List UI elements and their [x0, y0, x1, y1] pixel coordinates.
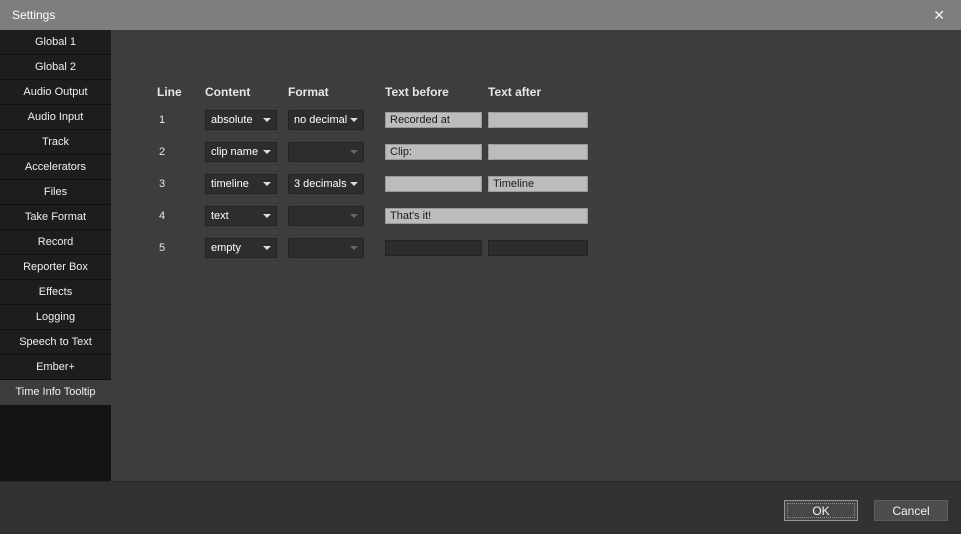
format-dropdown-row4 — [288, 206, 364, 226]
text-after-input-row5 — [488, 240, 588, 256]
dropdown-value: clip name — [211, 146, 260, 158]
format-dropdown-row3[interactable]: 3 decimals — [288, 174, 364, 194]
ok-button[interactable]: OK — [784, 500, 858, 521]
sidebar-item-global-2[interactable]: Global 2 — [0, 55, 111, 80]
content-dropdown-row5[interactable]: empty — [205, 238, 277, 258]
sidebar-item-track[interactable]: Track — [0, 130, 111, 155]
sidebar: Global 1 Global 2 Audio Output Audio Inp… — [0, 30, 111, 481]
chevron-down-icon — [263, 150, 271, 154]
window-title: Settings — [12, 8, 55, 22]
sidebar-item-record[interactable]: Record — [0, 230, 111, 255]
sidebar-item-accelerators[interactable]: Accelerators — [0, 155, 111, 180]
table-row: 3 timeline 3 decimals — [157, 174, 717, 194]
table-row: 4 text — [157, 206, 717, 226]
chevron-down-icon — [263, 214, 271, 218]
sidebar-item-files[interactable]: Files — [0, 180, 111, 205]
chevron-down-icon — [350, 182, 358, 186]
format-dropdown-row2 — [288, 142, 364, 162]
chevron-down-icon — [350, 118, 358, 122]
text-before-input-row2[interactable] — [385, 144, 482, 160]
sidebar-item-ember-plus[interactable]: Ember+ — [0, 355, 111, 380]
format-dropdown-row5 — [288, 238, 364, 258]
sidebar-item-audio-input[interactable]: Audio Input — [0, 105, 111, 130]
sidebar-item-audio-output[interactable]: Audio Output — [0, 80, 111, 105]
chevron-down-icon — [350, 214, 358, 218]
dropdown-value: text — [211, 210, 260, 222]
chevron-down-icon — [263, 118, 271, 122]
sidebar-item-reporter-box[interactable]: Reporter Box — [0, 255, 111, 280]
chevron-down-icon — [350, 246, 358, 250]
chevron-down-icon — [350, 150, 358, 154]
text-before-input-row5 — [385, 240, 482, 256]
sidebar-item-logging[interactable]: Logging — [0, 305, 111, 330]
line-number: 2 — [159, 146, 165, 158]
column-header-content: Content — [205, 86, 250, 98]
table-row: 5 empty — [157, 238, 717, 258]
footer-bar: OK Cancel — [0, 481, 961, 534]
text-input-row4[interactable] — [385, 208, 588, 224]
column-header-text-before: Text before — [385, 86, 449, 98]
line-number: 4 — [159, 210, 165, 222]
line-number: 5 — [159, 242, 165, 254]
titlebar: Settings ✕ — [0, 0, 961, 30]
table-row: 1 absolute no decimals — [157, 110, 717, 130]
close-icon[interactable]: ✕ — [929, 0, 949, 30]
sidebar-item-take-format[interactable]: Take Format — [0, 205, 111, 230]
sidebar-item-global-1[interactable]: Global 1 — [0, 30, 111, 55]
chevron-down-icon — [263, 246, 271, 250]
content-dropdown-row1[interactable]: absolute — [205, 110, 277, 130]
text-after-input-row1[interactable] — [488, 112, 588, 128]
cancel-button[interactable]: Cancel — [874, 500, 948, 521]
column-header-text-after: Text after — [488, 86, 541, 98]
text-after-input-row2[interactable] — [488, 144, 588, 160]
column-header-line: Line — [157, 86, 182, 98]
content-dropdown-row2[interactable]: clip name — [205, 142, 277, 162]
dropdown-value: timeline — [211, 178, 260, 190]
content-dropdown-row4[interactable]: text — [205, 206, 277, 226]
content-dropdown-row3[interactable]: timeline — [205, 174, 277, 194]
dropdown-value: no decimals — [294, 114, 347, 126]
format-dropdown-row1[interactable]: no decimals — [288, 110, 364, 130]
column-header-format: Format — [288, 86, 329, 98]
sidebar-item-speech-to-text[interactable]: Speech to Text — [0, 330, 111, 355]
text-before-input-row1[interactable] — [385, 112, 482, 128]
text-before-input-row3[interactable] — [385, 176, 482, 192]
text-after-input-row3[interactable] — [488, 176, 588, 192]
dropdown-value: empty — [211, 242, 260, 254]
table-row: 2 clip name — [157, 142, 717, 162]
dropdown-value: 3 decimals — [294, 178, 347, 190]
dropdown-value: absolute — [211, 114, 260, 126]
line-number: 3 — [159, 178, 165, 190]
time-info-tooltip-panel: Line Content Format Text before Text aft… — [111, 30, 961, 481]
sidebar-item-time-info-tooltip[interactable]: Time Info Tooltip — [0, 380, 111, 405]
line-number: 1 — [159, 114, 165, 126]
sidebar-item-effects[interactable]: Effects — [0, 280, 111, 305]
chevron-down-icon — [263, 182, 271, 186]
